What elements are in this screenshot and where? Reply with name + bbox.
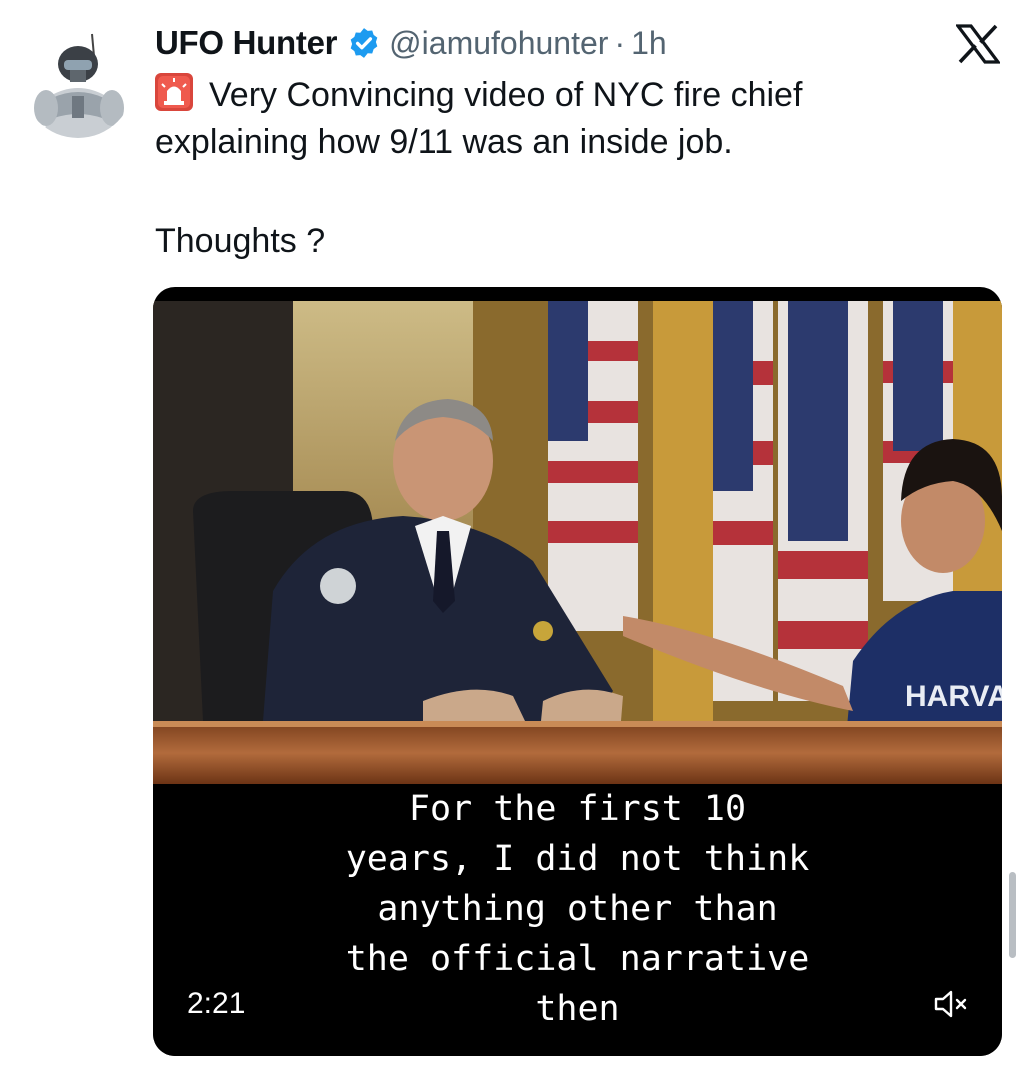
author-avatar[interactable] — [22, 26, 134, 138]
meta-separator: · — [614, 24, 626, 61]
post-time[interactable]: 1h — [631, 25, 667, 62]
caption-line-4: the official narrative — [345, 939, 810, 979]
page-scrollbar[interactable] — [1009, 872, 1016, 958]
caption-line-5: then — [535, 989, 620, 1029]
video-scene-image: HARVARD — [153, 301, 1002, 785]
caption-line-3: anything other than — [377, 889, 778, 929]
avatar-image — [22, 26, 134, 138]
tweet-line-1: Very Convincing video of NYC fire chief — [209, 76, 803, 114]
speaker-muted-icon[interactable] — [933, 989, 969, 1019]
tweet-header: UFO Hunter @iamufohunter · 1h — [155, 20, 667, 66]
tweet-line: Very Convincing video of NYC fire chief — [155, 72, 975, 119]
video-player[interactable]: HARVARD For the first 10 years, I did no… — [153, 287, 1002, 1056]
x-logo-icon[interactable] — [956, 24, 1000, 64]
tweet-line-2: explaining how 9/11 was an inside job. — [155, 123, 733, 161]
video-caption: For the first 10 years, I did not think … — [153, 784, 1002, 1034]
tweet-text: Very Convincing video of NYC fire chief … — [155, 72, 975, 265]
siren-icon — [155, 73, 193, 111]
verified-badge-icon — [347, 26, 381, 60]
video-caption-area: For the first 10 years, I did not think … — [153, 784, 1002, 1056]
caption-line-2: years, I did not think — [345, 839, 810, 879]
video-frame[interactable]: HARVARD — [153, 301, 1002, 785]
author-handle[interactable]: @iamufohunter — [389, 25, 608, 62]
tweet-line-3: Thoughts ? — [155, 222, 326, 260]
shirt-text: HARVARD — [905, 680, 1002, 713]
video-duration: 2:21 — [187, 987, 246, 1020]
caption-line-1: For the first 10 — [408, 789, 747, 829]
author-name[interactable]: UFO Hunter — [155, 24, 337, 62]
